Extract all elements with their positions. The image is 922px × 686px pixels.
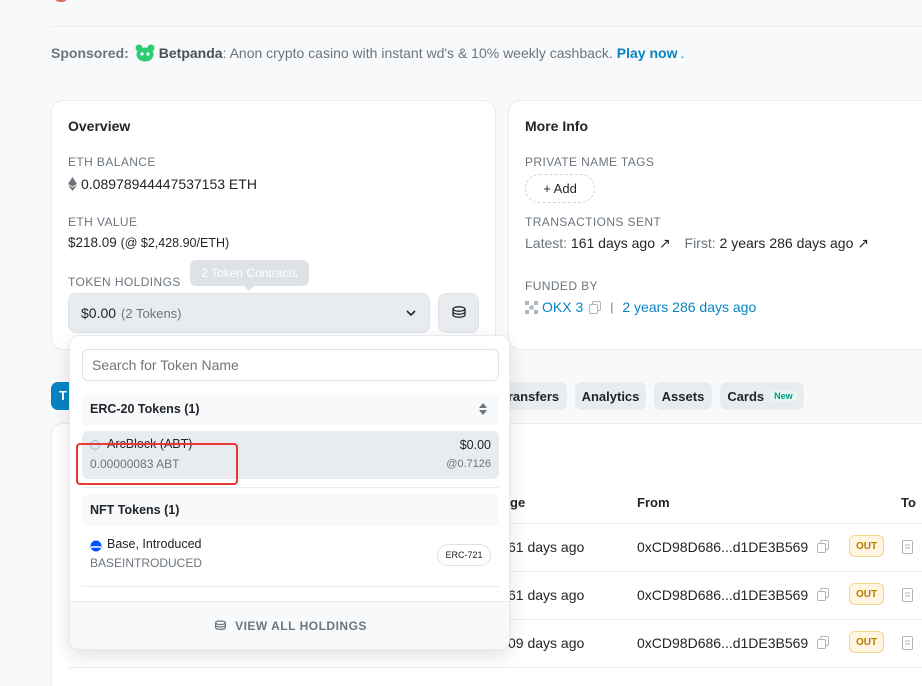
highlight-box [76,443,238,485]
holdings-count: (2 Tokens) [121,305,182,321]
copy-icon[interactable] [817,540,829,556]
coins-icon [451,306,466,318]
section-divider [82,487,499,488]
first-label: First: [684,235,716,251]
nft-name: Base, Introduced [107,537,202,551]
sponsor-play-now-link[interactable]: Play now [617,45,678,61]
private-name-tags-label: PRIVATE NAME TAGS [525,155,655,169]
first-value[interactable]: 2 years 286 days ago [720,235,854,251]
token-holdings-label: TOKEN HOLDINGS [68,275,181,289]
row-divider [68,667,922,668]
row-2-from[interactable]: 0xCD98D686...d1DE3B569 [637,587,808,603]
token-rate: @0.7126 [446,458,491,470]
document-icon [902,636,913,653]
panda-icon [135,44,155,62]
nft-symbol: BASEINTRODUCED [90,556,203,570]
row-2-age: 61 days ago [508,587,585,603]
okx-icon [525,300,538,314]
holdings-value: $0.00 [81,305,117,321]
token-value: $0.00 [459,438,491,452]
tab-cards-label: Cards [727,388,765,404]
tab-token-transfers[interactable]: ransfers [500,382,567,410]
copy-icon[interactable] [817,636,829,652]
nft-header-label: NFT Tokens (1) [90,503,180,517]
row-1-from[interactable]: 0xCD98D686...d1DE3B569 [637,539,808,555]
overview-title: Overview [68,118,131,134]
token-search-input[interactable] [82,349,499,381]
eth-value-rate: (@ $2,428.90/ETH) [120,236,230,250]
nft-section-header: NFT Tokens (1) [82,494,499,526]
sponsored-label: Sponsored: [51,45,129,61]
base-token-icon [90,540,102,552]
document-icon [902,540,913,557]
erc721-badge: ERC-721 [437,544,491,566]
token-holdings-dropdown[interactable]: $0.00 (2 Tokens) [68,293,430,333]
funded-by-row: OKX 3 | 2 years 286 days ago [525,299,756,315]
row-3-from[interactable]: 0xCD98D686...d1DE3B569 [637,635,808,651]
tab-assets[interactable]: Assets [654,382,712,410]
document-icon [902,588,913,605]
sponsor-brand[interactable]: Betpanda [159,45,223,61]
eth-value: $218.09 (@ $2,428.90/ETH) [68,235,229,250]
column-age-header[interactable]: ge [510,495,525,510]
token-coins-button[interactable] [438,293,479,333]
funded-separator: | [610,300,614,314]
funded-time-link[interactable]: 2 years 286 days ago [622,299,756,315]
add-name-tag-button[interactable]: + Add [525,174,595,203]
copy-icon[interactable] [589,300,602,314]
tab-transactions[interactable]: T [51,382,71,410]
arrow-up-right-icon: ↗ [857,235,870,251]
transactions-sent-label: TRANSACTIONS SENT [525,215,662,229]
tab-active-stub: T [59,388,67,403]
token-holdings-panel: ERC-20 Tokens (1) ArcBlock (ABT) 0.00000… [69,335,510,650]
sponsor-dot: . [680,45,685,61]
erc20-section-header[interactable]: ERC-20 Tokens (1) [82,393,499,425]
row-3-age: 09 days ago [508,635,585,651]
funded-by-link[interactable]: OKX 3 [542,299,583,315]
section-divider [82,586,499,587]
arrow-up-right-icon: ↗ [658,235,671,251]
new-badge: New [770,390,797,402]
ethereum-icon [68,177,77,191]
latest-value[interactable]: 161 days ago [571,235,655,251]
tooltip-text: 2 Token Contracts [201,266,298,280]
latest-label: Latest: [525,235,568,251]
row-1-age: 61 days ago [508,539,585,555]
eth-value-label: ETH VALUE [68,215,138,229]
tab-cards[interactable]: Cards New [720,382,804,410]
eth-value-amount: $218.09 [68,235,117,250]
direction-badge: OUT [849,583,884,605]
copy-icon[interactable] [817,588,829,604]
direction-badge: OUT [849,535,884,557]
column-from-header: From [637,495,670,510]
more-info-title: More Info [525,118,588,134]
sponsored-banner: Sponsored: Betpanda : Anon crypto casino… [51,44,684,62]
transactions-sent-values: Latest: 161 days ago ↗ First: 2 years 28… [525,235,869,252]
view-all-label: VIEW ALL HOLDINGS [235,618,367,633]
sponsor-text: : Anon crypto casino with instant wd's &… [222,45,613,61]
eth-balance: 0.08978944447537153 ETH [68,176,257,192]
top-avatar-fragment [52,0,70,2]
token-contracts-tooltip: 2 Token Contracts [190,260,309,291]
chevron-down-icon [406,310,416,317]
tab-analytics[interactable]: Analytics [575,382,646,410]
erc20-header-label: ERC-20 Tokens (1) [90,402,200,416]
sort-icon [479,403,487,415]
coins-icon [215,619,227,630]
funded-by-label: FUNDED BY [525,279,598,293]
eth-balance-label: ETH BALANCE [68,155,156,169]
header-divider [51,26,922,27]
token-item-base-introduced[interactable]: Base, Introduced BASEINTRODUCED ERC-721 [82,532,499,580]
column-to-header: To [901,495,916,510]
view-all-holdings-button[interactable]: VIEW ALL HOLDINGS [70,601,509,649]
direction-badge: OUT [849,631,884,653]
eth-balance-value: 0.08978944447537153 ETH [81,176,257,192]
